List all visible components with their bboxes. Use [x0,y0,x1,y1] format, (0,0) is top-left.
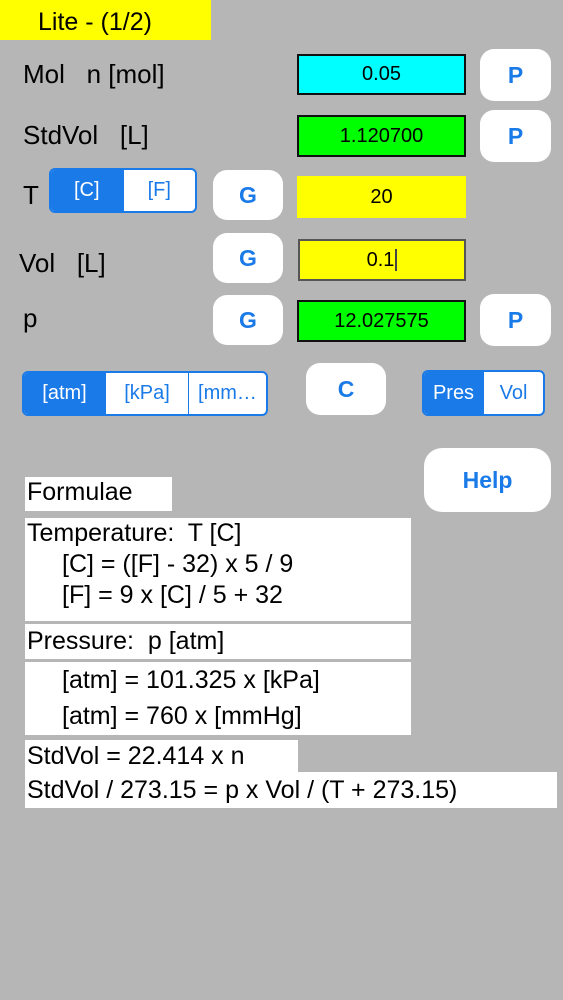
pressure-unit-toggle[interactable]: [atm] [kPa] [mm… [22,371,268,416]
pressure-formula-1: [atm] = 101.325 x [kPa] [25,662,411,698]
temp-field[interactable]: 20 [297,176,466,218]
pressure-unit-kpa[interactable]: [kPa] [105,373,188,414]
mol-label: Mol n [mol] [23,59,165,89]
stdvol-label: StdVol [L] [23,120,149,150]
stdvol-formula-box: StdVol = 22.414 x n [25,740,298,772]
pressure-field: 12.027575 [297,300,466,342]
temp-g-button[interactable]: G [213,170,283,220]
temperature-formula-1: [C] = ([F] - 32) x 5 / 9 [25,549,411,580]
temp-label: T [23,180,39,210]
app-title: Lite - (1/2) [0,0,211,40]
mode-vol[interactable]: Vol [483,372,543,414]
stdvol-formula-1: StdVol = 22.414 x n [25,740,298,772]
mol-p-button[interactable]: P [480,49,551,101]
stdvol-formula-2: StdVol / 273.15 = p x Vol / (T + 273.15) [25,772,557,808]
temp-unit-toggle[interactable]: [C] [F] [49,168,197,213]
temperature-formula-box: Temperature: T [C] [C] = ([F] - 32) x 5 … [25,518,411,621]
mol-field[interactable]: 0.05 [297,54,466,95]
temp-unit-c[interactable]: [C] [51,170,123,211]
temperature-formula-2: [F] = 9 x [C] / 5 + 32 [25,580,411,611]
pres-vol-toggle[interactable]: Pres Vol [422,370,545,416]
text-caret [395,249,398,271]
pressure-formula-box: [atm] = 101.325 x [kPa] [atm] = 760 x [m… [25,662,411,735]
pressure-p-button[interactable]: P [480,294,551,346]
clear-button[interactable]: C [306,363,386,415]
temperature-title: Temperature: T [C] [25,518,411,549]
pressure-formula-2: [atm] = 760 x [mmHg] [25,698,411,734]
stdvol-formula-box-2: StdVol / 273.15 = p x Vol / (T + 273.15) [25,772,557,808]
pressure-g-button[interactable]: G [213,295,283,345]
formulae-heading: Formulae [25,477,172,511]
vol-field[interactable]: 0.1 [298,239,466,281]
vol-label: Vol [L] [19,248,106,278]
help-button[interactable]: Help [424,448,551,512]
stdvol-field: 1.120700 [297,115,466,157]
mode-pres[interactable]: Pres [424,372,483,414]
pressure-unit-mmhg[interactable]: [mm… [188,373,266,414]
pressure-title: Pressure: p [atm] [25,624,411,659]
pressure-unit-atm[interactable]: [atm] [24,373,105,414]
stdvol-p-button[interactable]: P [480,110,551,162]
pressure-title-box: Pressure: p [atm] [25,624,411,659]
vol-field-value: 0.1 [366,248,395,271]
temp-unit-f[interactable]: [F] [122,170,196,211]
vol-g-button[interactable]: G [213,233,283,283]
pressure-label: p [23,303,38,333]
